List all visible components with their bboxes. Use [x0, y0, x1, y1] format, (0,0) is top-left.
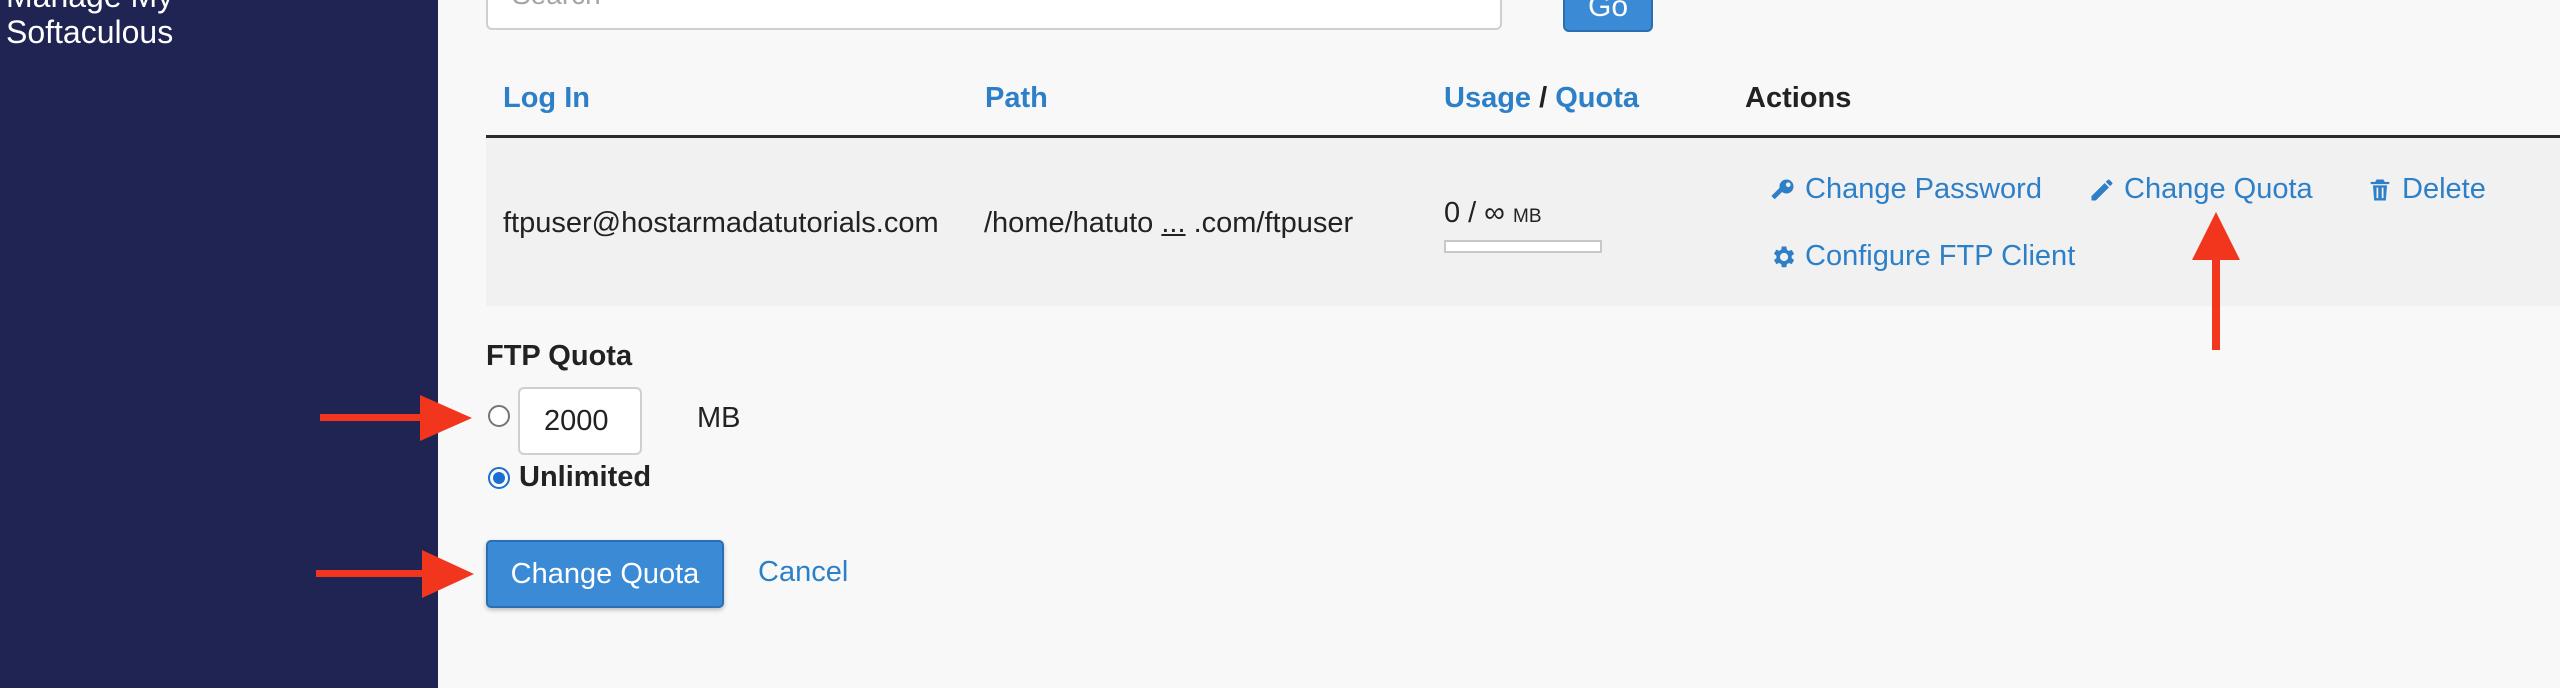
- pencil-icon: [2091, 179, 2113, 200]
- unlimited-radio[interactable]: [488, 467, 510, 489]
- search-input[interactable]: [486, 0, 1502, 30]
- quota-limit-radio[interactable]: [488, 405, 510, 427]
- header-separator: /: [1539, 82, 1548, 114]
- usage-value: 0 / ∞: [1444, 197, 1505, 229]
- header-login[interactable]: Log In: [503, 82, 590, 115]
- go-button[interactable]: Go: [1563, 0, 1653, 32]
- path-start: /home/hatuto: [984, 207, 1154, 239]
- quota-limit-input[interactable]: [518, 387, 642, 455]
- unlimited-label[interactable]: Unlimited: [519, 461, 651, 494]
- change-quota-button[interactable]: Change Quota: [486, 540, 724, 608]
- annotation-arrow-right-button: [316, 550, 474, 598]
- key-icon: [1771, 179, 1794, 199]
- path-ellipsis[interactable]: ...: [1161, 207, 1185, 239]
- cancel-link[interactable]: Cancel: [758, 556, 848, 589]
- annotation-arrow-up-change-quota: [2192, 212, 2240, 350]
- go-button-label: Go: [1587, 0, 1629, 23]
- row-usage: 0 / ∞ MB: [1444, 197, 1542, 230]
- configure-ftp-client-link[interactable]: Configure FTP Client: [1769, 240, 2075, 273]
- trash-icon: [2370, 179, 2390, 200]
- row-path: /home/hatuto ... .com/ftpuser: [984, 207, 1353, 240]
- sidebar-item-softaculous[interactable]: Softaculous: [6, 14, 173, 51]
- quota-unit-label: MB: [697, 402, 741, 434]
- path-end: .com/ftpuser: [1193, 207, 1354, 239]
- header-quota[interactable]: Quota: [1555, 82, 1639, 114]
- delete-link[interactable]: Delete: [2366, 173, 2486, 206]
- header-usage-quota: Usage / Quota: [1444, 82, 1639, 115]
- annotation-arrow-right-input: [320, 395, 472, 441]
- change-quota-button-label: Change Quota: [510, 557, 700, 590]
- gear-icon: [1774, 246, 1795, 267]
- change-quota-link[interactable]: Change Quota: [2088, 173, 2313, 206]
- usage-progress-bar: [1444, 240, 1602, 253]
- usage-unit: MB: [1513, 206, 1542, 227]
- change-password-label: Change Password: [1805, 173, 2042, 205]
- header-actions: Actions: [1745, 82, 1852, 114]
- ftp-quota-label: FTP Quota: [486, 340, 633, 372]
- configure-ftp-client-label: Configure FTP Client: [1805, 240, 2076, 272]
- header-path[interactable]: Path: [985, 82, 1048, 115]
- sidebar-item-manage-my[interactable]: Manage My: [6, 0, 173, 15]
- change-quota-label: Change Quota: [2124, 173, 2313, 205]
- row-login: ftpuser@hostarmadatutorials.com: [503, 207, 939, 239]
- change-password-link[interactable]: Change Password: [1769, 173, 2042, 206]
- header-usage[interactable]: Usage: [1444, 82, 1531, 114]
- delete-label: Delete: [2402, 173, 2486, 205]
